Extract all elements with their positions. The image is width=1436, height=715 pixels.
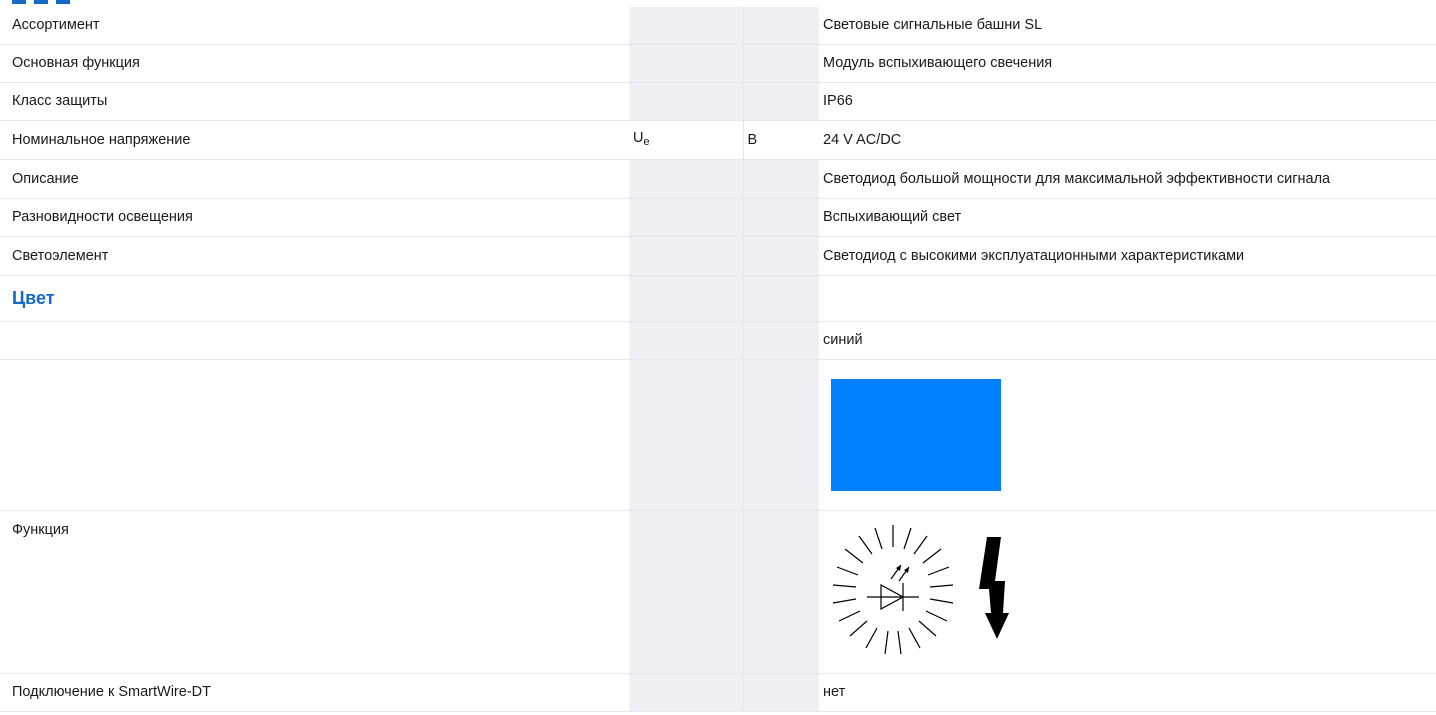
row-value: 24 V AC/DC — [819, 120, 1436, 160]
flashing-led-icon — [832, 524, 1009, 654]
row-label: Основная функция — [0, 44, 629, 83]
row-label: Разновидности освещения — [0, 198, 629, 237]
row-label: Светоэлемент — [0, 236, 629, 276]
row-value: Модуль вспыхивающего свечения — [819, 44, 1436, 83]
spec-table: Ассортимент Световые сигнальные башни SL… — [0, 7, 1436, 712]
spec-row-description: Описание Светодиод большой мощности для … — [0, 159, 1436, 199]
section-row-color: Цвет — [0, 275, 1436, 322]
section-title: Цвет — [0, 275, 629, 322]
row-value: Светодиод большой мощности для максималь… — [819, 159, 1436, 199]
spec-row-rated-voltage: Номинальное напряжение Ue В 24 V AC/DC — [0, 120, 1436, 160]
row-value: Светодиод с высокими эксплуатационными х… — [819, 236, 1436, 276]
spec-row-assortment: Ассортимент Световые сигнальные башни SL — [0, 7, 1436, 45]
row-label: Номинальное напряжение — [0, 120, 629, 160]
row-label: Функция — [12, 521, 69, 538]
row-label: Ассортимент — [0, 7, 629, 45]
symbol-cell: Ue — [629, 120, 743, 160]
row-label: Подключение к SmartWire-DT — [0, 673, 629, 712]
cut-off-heading — [12, 0, 82, 4]
symbol-subscript: e — [643, 135, 650, 148]
row-value: Вспыхивающий свет — [819, 198, 1436, 237]
row-label: Описание — [0, 159, 629, 199]
row-label: Класс защиты — [0, 82, 629, 121]
spec-row-color-swatch — [0, 359, 1436, 511]
color-value: синий — [819, 321, 1436, 360]
spec-row-smartwire: Подключение к SmartWire-DT нет — [0, 673, 1436, 712]
spec-row-main-function: Основная функция Модуль вспыхивающего св… — [0, 44, 1436, 83]
spec-row-protection-class: Класс защиты IP66 — [0, 82, 1436, 121]
spec-row-function: Функция — [0, 510, 1436, 674]
spec-row-light-element: Светоэлемент Светодиод с высокими эксплу… — [0, 236, 1436, 276]
spec-row-lighting-types: Разновидности освещения Вспыхивающий све… — [0, 198, 1436, 237]
color-swatch — [831, 378, 1001, 491]
spec-row-color-name: синий — [0, 321, 1436, 360]
row-value: IP66 — [819, 82, 1436, 121]
row-value: нет — [819, 673, 1436, 712]
row-value: Световые сигнальные башни SL — [819, 7, 1436, 45]
unit-cell: В — [742, 120, 819, 160]
symbol: U — [633, 129, 644, 146]
